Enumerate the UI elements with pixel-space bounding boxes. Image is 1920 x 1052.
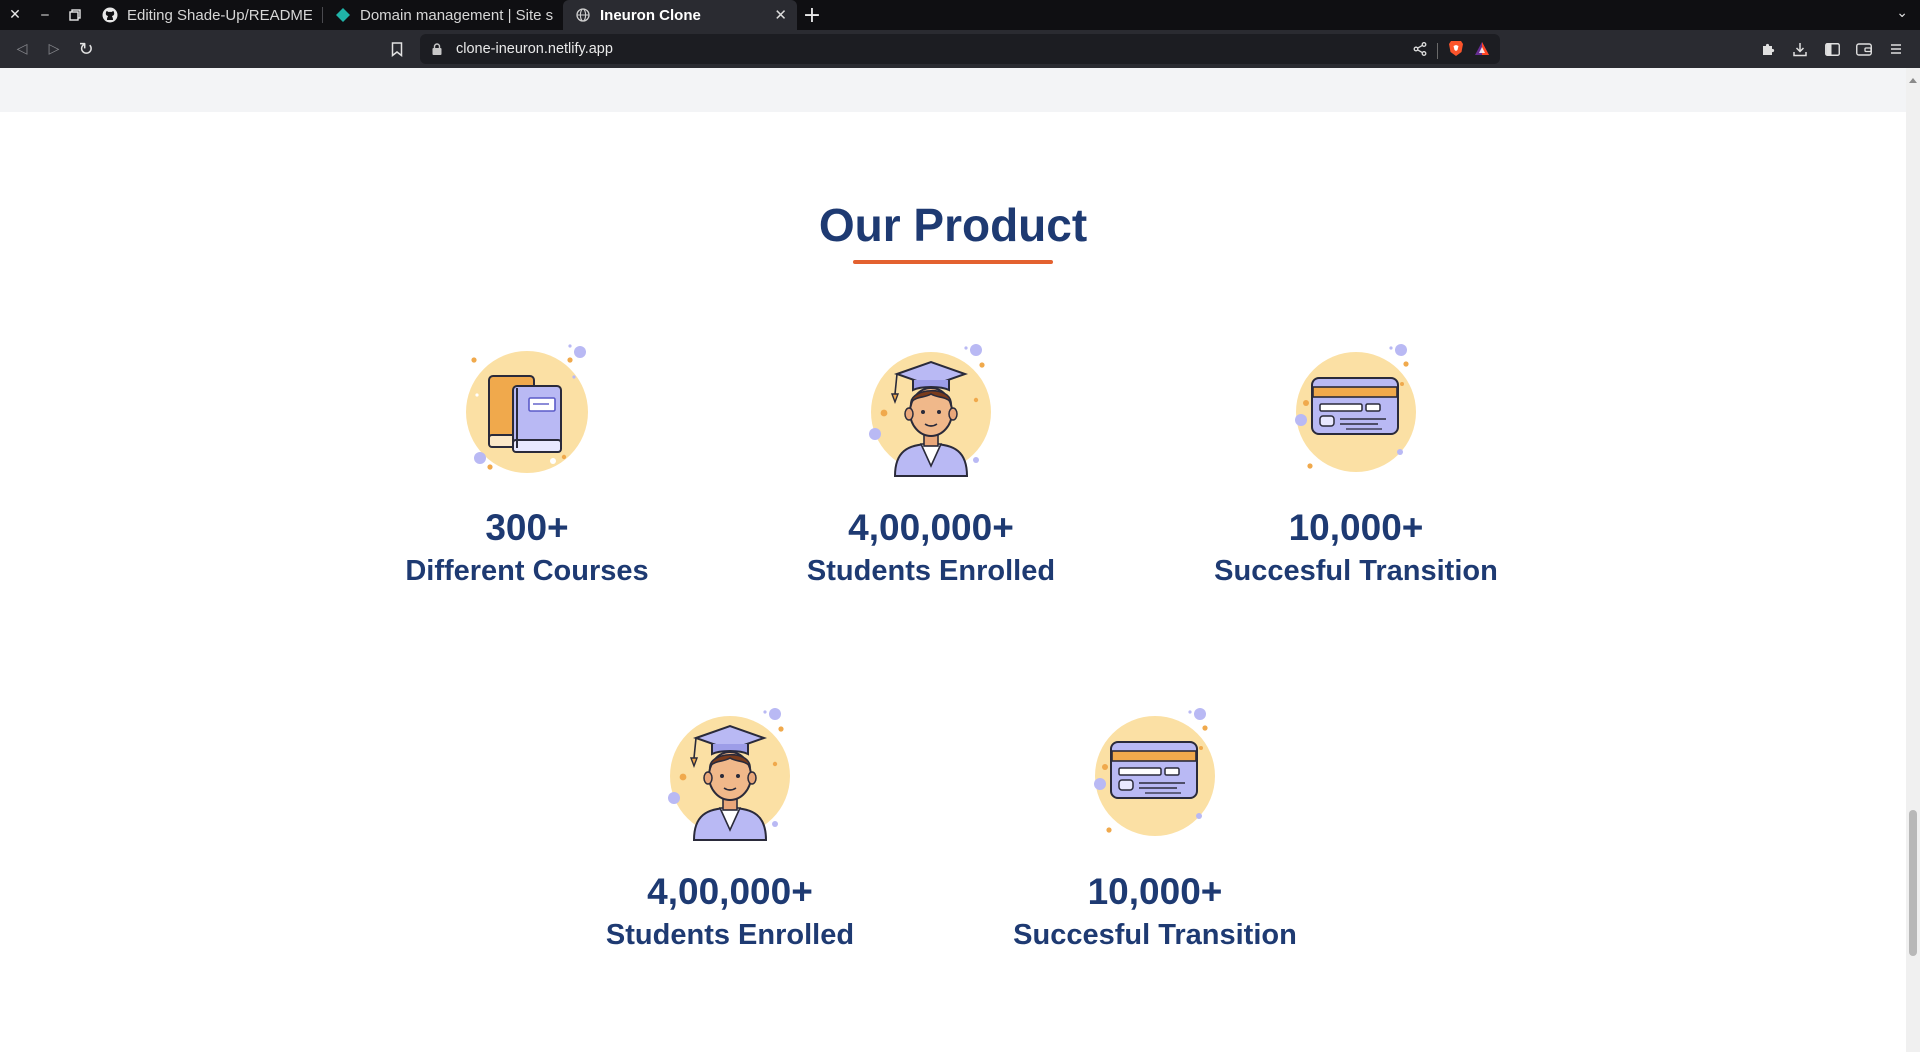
browser-tab-github[interactable]: Editing Shade-Up/README.m <box>90 0 322 30</box>
graduate-icon <box>861 340 1001 480</box>
sidebar-icon[interactable] <box>1816 34 1848 64</box>
previous-section-edge <box>0 68 1906 112</box>
stat-label: Students Enrolled <box>806 555 1056 587</box>
restore-window-icon[interactable] <box>60 0 90 30</box>
bookmark-icon[interactable] <box>388 38 406 60</box>
title-underline <box>853 260 1053 264</box>
forward-button[interactable]: ▷ <box>38 33 70 65</box>
stat-label: Succesful Transition <box>1214 555 1498 587</box>
stat-label: Different Courses <box>405 555 649 587</box>
stat-label: Students Enrolled <box>605 919 855 951</box>
extensions-icon[interactable] <box>1752 34 1784 64</box>
netlify-icon <box>335 7 351 23</box>
tab-title: Ineuron Clone <box>600 6 701 24</box>
close-window-icon[interactable]: ✕ <box>0 0 30 30</box>
credit-card-icon <box>1286 340 1426 480</box>
url-text: clone-ineuron.netlify.app <box>456 41 613 57</box>
stat-card-students-2: 4,00,000+ Students Enrolled <box>560 704 900 954</box>
browser-tab-ineuron[interactable]: Ineuron Clone ✕ <box>563 0 797 30</box>
download-icon[interactable] <box>1784 34 1816 64</box>
stat-value: 300+ <box>485 507 569 548</box>
browser-toolbar: ◁ ▷ ↻ clone-ineuron.netlify.app <box>0 30 1920 68</box>
page-viewport: Our Product 300+ Different Courses 4,00,… <box>0 68 1906 1052</box>
stat-value: 4,00,000+ <box>848 507 1014 548</box>
wallet-icon[interactable] <box>1848 34 1880 64</box>
stat-card-transition: 10,000+ Succesful Transition <box>1186 340 1526 590</box>
close-tab-icon[interactable]: ✕ <box>764 6 787 24</box>
browser-tab-netlify[interactable]: Domain management | Site se <box>323 0 563 30</box>
chevron-down-icon[interactable]: ⌄ <box>1896 5 1908 21</box>
menu-icon[interactable] <box>1880 34 1912 64</box>
new-tab-button[interactable]: + <box>797 0 827 30</box>
stat-value: 4,00,000+ <box>647 871 813 912</box>
reload-button[interactable]: ↻ <box>70 33 102 65</box>
back-button[interactable]: ◁ <box>6 33 38 65</box>
tab-title: Editing Shade-Up/README.m <box>127 6 312 24</box>
page-scrollbar[interactable] <box>1906 68 1920 1052</box>
stat-label: Succesful Transition <box>1013 919 1297 951</box>
stat-value: 10,000+ <box>1288 507 1424 548</box>
tab-title: Domain management | Site se <box>360 6 553 24</box>
globe-icon <box>575 7 591 23</box>
graduate-icon <box>660 704 800 844</box>
tab-strip: ✕ ‒ Editing Shade-Up/README.m Domain man… <box>0 0 1920 30</box>
address-bar[interactable]: clone-ineuron.netlify.app <box>420 34 1500 64</box>
stat-card-transition-2: 10,000+ Succesful Transition <box>985 704 1325 954</box>
github-icon <box>102 7 118 23</box>
share-icon[interactable] <box>1413 41 1427 61</box>
stat-value: 10,000+ <box>1087 871 1223 912</box>
stat-card-students: 4,00,000+ Students Enrolled <box>761 340 1101 590</box>
divider <box>1437 43 1438 59</box>
scrollbar-thumb[interactable] <box>1909 810 1917 956</box>
lock-icon <box>432 42 446 56</box>
credit-card-icon <box>1085 704 1225 844</box>
books-icon <box>457 340 597 480</box>
stat-card-courses: 300+ Different Courses <box>357 340 697 590</box>
brave-shields-icon[interactable] <box>1448 40 1464 62</box>
minimize-window-icon[interactable]: ‒ <box>30 0 60 30</box>
section-title: Our Product <box>818 199 1088 251</box>
brave-rewards-icon[interactable] <box>1474 41 1490 61</box>
scroll-up-arrow-icon[interactable] <box>1909 72 1917 83</box>
